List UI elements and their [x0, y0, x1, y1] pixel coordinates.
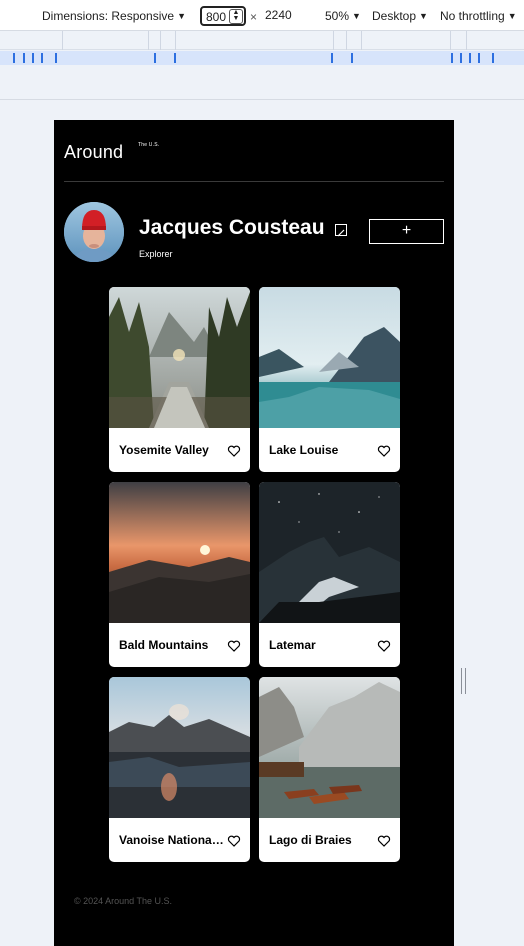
device-mode-dropdown[interactable]: Desktop ▼	[372, 9, 428, 23]
card-yosemite: Yosemite Valley	[109, 287, 250, 472]
dimensions-dropdown[interactable]: Dimensions: Responsive ▼	[42, 9, 186, 23]
media-query-bar[interactable]	[0, 31, 524, 50]
card-latemar: Latemar	[259, 482, 400, 667]
dimensions-label: Dimensions: Responsive	[42, 9, 175, 23]
logo-sup: The U.S.	[138, 142, 160, 148]
card-vanoise: Vanoise National Park	[109, 677, 250, 862]
caret-down-icon: ▼	[507, 11, 517, 21]
profile-name: Jacques Cousteau	[139, 216, 325, 239]
card-lago-di-braies: Lago di Braies	[259, 677, 400, 862]
width-input[interactable]: 800 ▲ ▼	[200, 6, 246, 26]
times-sign: ×	[250, 10, 258, 24]
heart-outline-icon[interactable]	[377, 639, 391, 653]
avatar-image	[64, 202, 124, 262]
heart-outline-icon[interactable]	[227, 834, 241, 848]
caret-down-icon: ▼	[419, 11, 428, 21]
viewport-resize-handle[interactable]	[461, 668, 467, 694]
logo: Around The U.S.	[64, 142, 159, 163]
height-input[interactable]: 2240	[261, 6, 307, 26]
ruler-bar[interactable]	[0, 51, 524, 65]
card-title: Yosemite Valley	[119, 443, 209, 457]
pencil-icon	[337, 229, 345, 237]
card-title: Lake Louise	[269, 443, 339, 457]
heart-outline-icon[interactable]	[227, 639, 241, 653]
page-viewport: Around The U.S. Jacques Cousteau Explore…	[54, 120, 454, 946]
card-image[interactable]	[109, 482, 250, 623]
spinner-icon[interactable]: ▲ ▼	[229, 9, 243, 24]
profile-job: Explorer	[139, 249, 173, 259]
edit-profile-button[interactable]	[335, 224, 347, 237]
heart-outline-icon[interactable]	[227, 444, 241, 458]
card-title: Vanoise National Park	[119, 833, 224, 847]
heart-outline-icon[interactable]	[377, 834, 391, 848]
caret-down-icon: ▼	[352, 11, 361, 21]
card-title: Bald Mountains	[119, 638, 209, 652]
card-title: Latemar	[269, 638, 316, 652]
card-image[interactable]	[109, 287, 250, 428]
header-divider	[64, 181, 444, 182]
card-lake-louise: Lake Louise	[259, 287, 400, 472]
card-image[interactable]	[259, 287, 400, 428]
card-image[interactable]	[109, 677, 250, 818]
logo-text: Around	[64, 142, 124, 162]
device-mode-label: Desktop	[372, 9, 417, 23]
zoom-dropdown[interactable]: 50% ▼	[325, 9, 361, 23]
footer-copyright: © 2024 Around The U.S.	[74, 896, 173, 906]
caret-down-icon: ▼	[177, 11, 186, 21]
divider	[0, 99, 524, 100]
throttling-dropdown[interactable]: No throttling ▼	[440, 9, 517, 23]
throttling-label: No throttling	[440, 9, 505, 23]
devtools-toolbar: Dimensions: Responsive ▼ 800 ▲ ▼ × 2240 50…	[0, 0, 524, 31]
card-image[interactable]	[259, 677, 400, 818]
zoom-label: 50%	[325, 9, 350, 23]
avatar[interactable]	[64, 202, 124, 262]
heart-outline-icon[interactable]	[377, 444, 391, 458]
card-title: Lago di Braies	[269, 833, 352, 847]
card-image[interactable]	[259, 482, 400, 623]
card-bald-mountains: Bald Mountains	[109, 482, 250, 667]
add-card-button[interactable]: +	[369, 219, 444, 244]
width-value: 800	[206, 10, 227, 24]
